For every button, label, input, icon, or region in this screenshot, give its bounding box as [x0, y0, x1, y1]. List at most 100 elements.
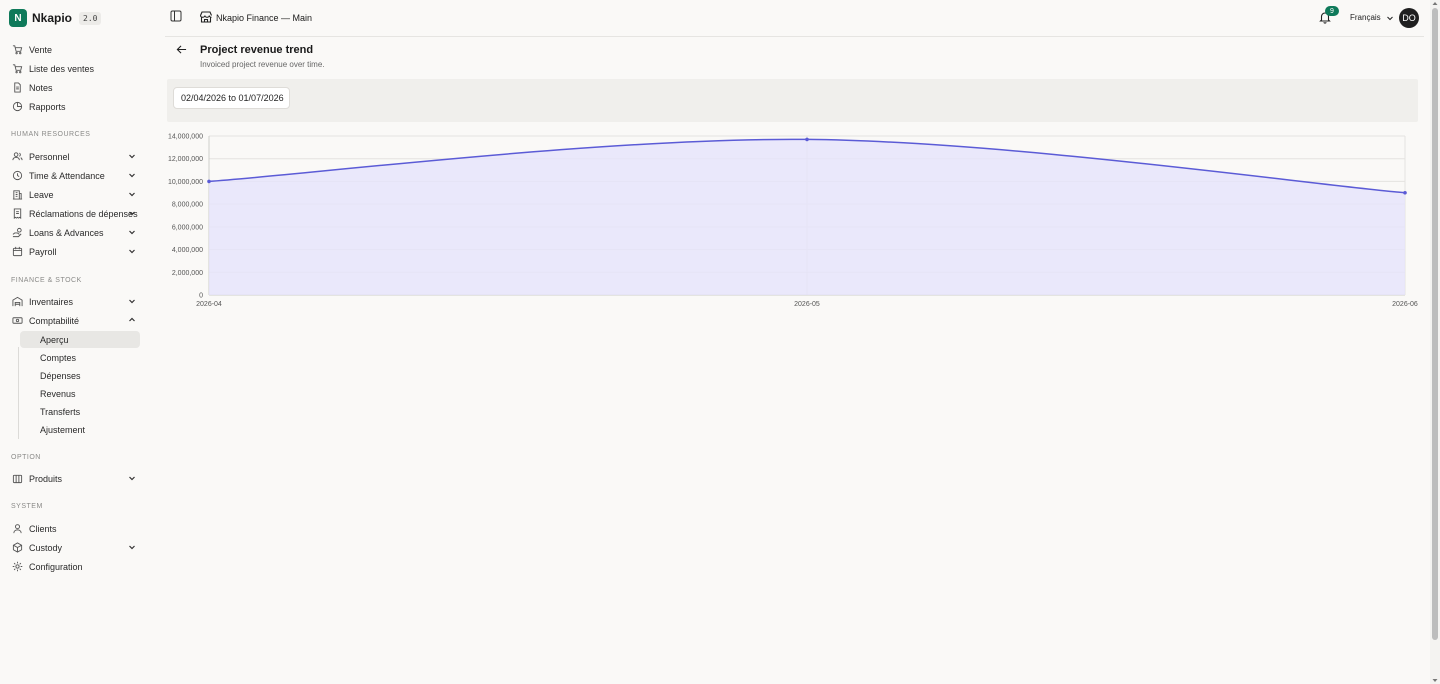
users-icon	[12, 152, 23, 161]
submenu-guide-line	[18, 347, 19, 439]
data-point	[207, 179, 211, 184]
building-icon	[12, 190, 23, 200]
sidebar-item-loans-advances[interactable]: Loans & Advances	[12, 224, 138, 241]
back-arrow-icon[interactable]	[176, 44, 187, 55]
chevron-down-icon	[129, 173, 135, 178]
sidebar-item-label: Réclamations de dépenses	[29, 208, 138, 219]
sidebar-item-notes[interactable]: Notes	[12, 79, 138, 96]
page-subtitle: Invoiced project revenue over time.	[200, 60, 325, 69]
y-tick-label: 2,000,000	[172, 270, 203, 277]
language-label: Français	[1350, 13, 1381, 22]
sidebar-item-rapports[interactable]: Rapports	[12, 98, 138, 115]
sidebar-item-label: Payroll	[29, 246, 57, 257]
sidebar-item-reclamations[interactable]: Réclamations de dépenses	[12, 205, 138, 222]
user-icon	[13, 524, 22, 534]
sidebar-subitem-apercu[interactable]: Aperçu	[20, 331, 140, 348]
sidebar-item-time-attendance[interactable]: Time & Attendance	[12, 167, 138, 184]
package-icon	[12, 474, 23, 484]
x-tick-label: 2026-06	[1392, 301, 1418, 308]
x-tick-label: 2026-05	[794, 301, 820, 308]
y-tick-label: 8,000,000	[172, 202, 203, 209]
chevron-down-icon	[129, 230, 135, 235]
sidebar-item-label: Configuration	[29, 561, 83, 572]
sidebar-item-leave[interactable]: Leave	[12, 186, 138, 203]
sidebar-item-label: Comptabilité	[29, 315, 80, 326]
brand-version: 2.0	[79, 11, 102, 25]
chevron-up-icon	[129, 317, 135, 322]
x-tick-label: 2026-04	[196, 301, 222, 308]
scroll-down-arrow-icon[interactable]	[1432, 677, 1438, 683]
sidebar-subitem-revenus[interactable]: Revenus	[20, 385, 140, 402]
section-label-human-resources: HUMAN RESOURCES	[11, 131, 91, 138]
sidebar-item-label: Liste des ventes	[29, 63, 95, 74]
gear-icon	[12, 561, 23, 572]
data-point	[805, 137, 809, 142]
section-label-system: SYSTEM	[11, 503, 43, 510]
sidebar-item-label: Loans & Advances	[29, 227, 104, 238]
data-point	[1403, 190, 1407, 195]
vertical-scrollbar[interactable]	[1430, 0, 1440, 684]
banknote-icon	[12, 317, 23, 324]
sidebar-item-label: Clients	[29, 523, 57, 534]
sidebar-item-label: Custody	[29, 542, 63, 553]
chevron-down-icon	[129, 299, 135, 304]
sidebar-item-clients[interactable]: Clients	[12, 520, 138, 537]
sidebar-item-label: Rapports	[29, 101, 66, 112]
chevron-down-icon	[129, 249, 135, 254]
sidebar-item-produits[interactable]: Produits	[12, 470, 138, 487]
chevron-down-icon	[129, 154, 135, 159]
topbar: Nkapio Finance — Main 9 Français DO	[165, 0, 1424, 37]
y-tick-label: 4,000,000	[172, 247, 203, 254]
sidebar-item-configuration[interactable]: Configuration	[12, 558, 138, 575]
sidebar-item-vente[interactable]: Vente	[12, 41, 138, 58]
filter-bar: 02/04/2026 to 01/07/2026	[167, 79, 1418, 122]
y-tick-label: 12,000,000	[168, 156, 203, 163]
series-area-fill	[209, 139, 1405, 295]
scroll-thumb[interactable]	[1432, 8, 1438, 640]
sidebar-item-label: Produits	[29, 473, 63, 484]
sidebar-item-personnel[interactable]: Personnel	[12, 148, 138, 165]
cart-icon	[12, 45, 23, 55]
sidebar-item-comptabilite[interactable]: Comptabilité	[12, 312, 138, 329]
sidebar-subitem-depenses[interactable]: Dépenses	[20, 367, 140, 384]
sidebar-subitem-transferts[interactable]: Transferts	[20, 403, 140, 420]
page-title: Project revenue trend	[200, 44, 314, 56]
sidebar-item-label: Vente	[29, 44, 53, 55]
sidebar-toggle-icon[interactable]	[170, 10, 182, 22]
language-select[interactable]: Français	[1350, 13, 1394, 22]
scroll-up-arrow-icon[interactable]	[1432, 1, 1438, 7]
notification-badge: 9	[1325, 6, 1339, 16]
section-label-option: OPTION	[11, 454, 41, 461]
hand-coins-icon	[12, 227, 22, 238]
sidebar-item-label: Inventaires	[29, 296, 74, 307]
store-name[interactable]: Nkapio Finance — Main	[216, 13, 312, 23]
sidebar-subitem-ajustement[interactable]: Ajustement	[20, 421, 140, 438]
y-tick-label: 0	[199, 293, 203, 300]
brand[interactable]: N Nkapio 2.0	[9, 9, 102, 27]
y-tick-label: 10,000,000	[168, 179, 203, 186]
sidebar-item-label: Leave	[29, 189, 54, 200]
y-tick-label: 14,000,000	[168, 134, 203, 141]
clock-icon	[12, 170, 23, 181]
sidebar-item-inventaires[interactable]: Inventaires	[12, 293, 138, 310]
cart-icon	[12, 64, 23, 74]
sidebar-item-label: Notes	[29, 82, 53, 93]
avatar[interactable]: DO	[1399, 8, 1419, 28]
sidebar: N Nkapio 2.0 Vente Liste des ventes Note…	[0, 0, 150, 684]
document-icon	[14, 82, 21, 93]
chevron-down-icon	[129, 476, 135, 481]
sidebar-item-label: Personnel	[29, 151, 70, 162]
sidebar-item-liste-des-ventes[interactable]: Liste des ventes	[12, 60, 138, 77]
chevron-down-icon	[129, 545, 135, 550]
sidebar-item-payroll[interactable]: Payroll	[12, 243, 138, 260]
date-range-input[interactable]: 02/04/2026 to 01/07/2026	[173, 87, 290, 109]
sidebar-item-custody[interactable]: Custody	[12, 539, 138, 556]
chevron-down-icon	[129, 192, 135, 197]
chevron-down-icon	[129, 211, 135, 216]
brand-logo: N	[9, 9, 27, 27]
sidebar-item-label: Time & Attendance	[29, 170, 105, 181]
chart-pie-icon	[12, 101, 23, 112]
receipt-icon	[13, 208, 22, 219]
sidebar-subitem-comptes[interactable]: Comptes	[20, 349, 140, 366]
chevron-down-icon	[1386, 16, 1393, 20]
